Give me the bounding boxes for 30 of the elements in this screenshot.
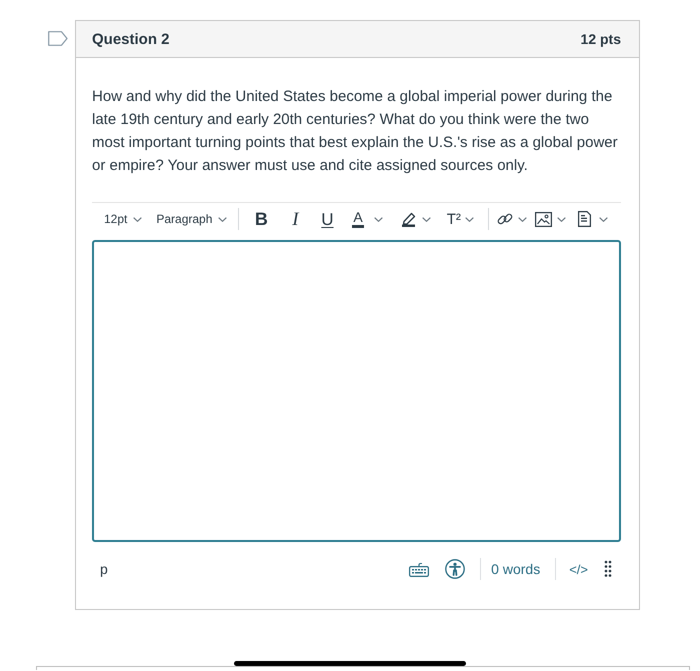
highlighter-icon [400,211,417,227]
answer-field[interactable] [92,240,621,542]
superscript-button[interactable]: T² [434,206,478,232]
italic-button[interactable]: I [279,206,312,232]
underline-button[interactable]: U [311,206,344,232]
html-editor-button[interactable]: </> [569,562,588,576]
flag-icon[interactable] [48,31,68,46]
image-icon [534,212,552,226]
bold-button[interactable]: B [245,206,278,232]
caret-icon[interactable] [218,216,228,222]
text-color-button[interactable]: A [343,206,387,232]
word-count-button[interactable]: 0 words [491,561,540,577]
accessibility-icon[interactable] [445,559,466,579]
document-icon [578,211,591,227]
caret-icon[interactable] [464,216,474,222]
points-label: 12 pts [580,31,621,47]
caret-icon[interactable] [133,216,142,222]
question-text: How and why did the United States become a global imperial power during the late 19th century and early 20th centuries? What do you think were the two most important turning points that best explain the U.S.'s rise as a global power or empire? Your answer must use and cite assigned sources only. [92,87,619,176]
font-size-menu-button[interactable]: 12pt [104,206,142,232]
block-format-menu-button[interactable]: Paragraph [156,206,228,232]
caret-icon[interactable] [374,216,383,222]
question-title: Question 2 [92,30,170,48]
caret-icon[interactable] [422,216,431,222]
keyboard-icon[interactable] [409,562,430,576]
caret-icon[interactable] [518,216,527,222]
caret-icon[interactable] [598,216,608,222]
resize-handle-icon[interactable] [604,560,612,578]
link-icon [496,211,513,227]
caret-icon[interactable] [556,216,566,222]
element-path: p [100,561,108,577]
